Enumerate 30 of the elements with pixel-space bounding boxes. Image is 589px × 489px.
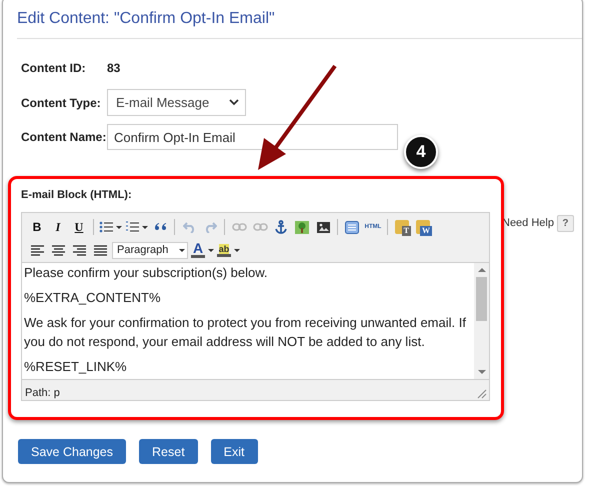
element-path: Path: p [25, 387, 60, 399]
content-id-value: 83 [107, 61, 120, 75]
editor-paragraph: We ask for your confirmation to protect you from receiving unwanted email. If you do not respond, your email address will NOT be added to any list. [24, 314, 467, 351]
resize-grip-icon[interactable] [477, 389, 487, 399]
bold-button[interactable]: B [28, 218, 46, 236]
italic-button[interactable]: I [49, 218, 67, 236]
underline-button[interactable]: U [70, 218, 88, 236]
action-button[interactable]: Exit [210, 439, 258, 464]
editor-paragraph: %EXTRA_CONTENT% [24, 289, 162, 307]
editor-label: E-mail Block (HTML): [21, 189, 133, 201]
field-label: Content Name: [21, 130, 107, 144]
content-type-select[interactable]: E-mail Message [107, 89, 246, 116]
format-select[interactable]: Paragraph [112, 242, 188, 258]
content-name-field[interactable]: Confirm Opt-In Email [107, 124, 398, 150]
chevron-down-icon [229, 99, 239, 106]
action-button[interactable]: Save Changes [18, 439, 126, 464]
backcolor-button[interactable]: ab [217, 241, 240, 259]
editor-paragraph: Please confirm your subscription(s) below. [24, 264, 268, 282]
image-icon[interactable] [293, 218, 311, 236]
scrollbar[interactable] [474, 263, 489, 379]
page-title: Edit Content: "Confirm Opt-In Email" [16, 9, 276, 29]
editor-paragraph: %RESET_LINK% [24, 358, 128, 376]
action-button[interactable]: Reset [139, 439, 198, 464]
anchor-icon[interactable] [272, 218, 290, 236]
field-label: Content Type: [21, 96, 102, 110]
pastetext-button[interactable]: T [393, 218, 411, 236]
field-label: Content ID: [21, 61, 87, 75]
forecolor-button[interactable]: A [191, 241, 214, 259]
pasteword-button[interactable]: W [414, 218, 432, 236]
help-button[interactable]: ? [556, 214, 574, 232]
